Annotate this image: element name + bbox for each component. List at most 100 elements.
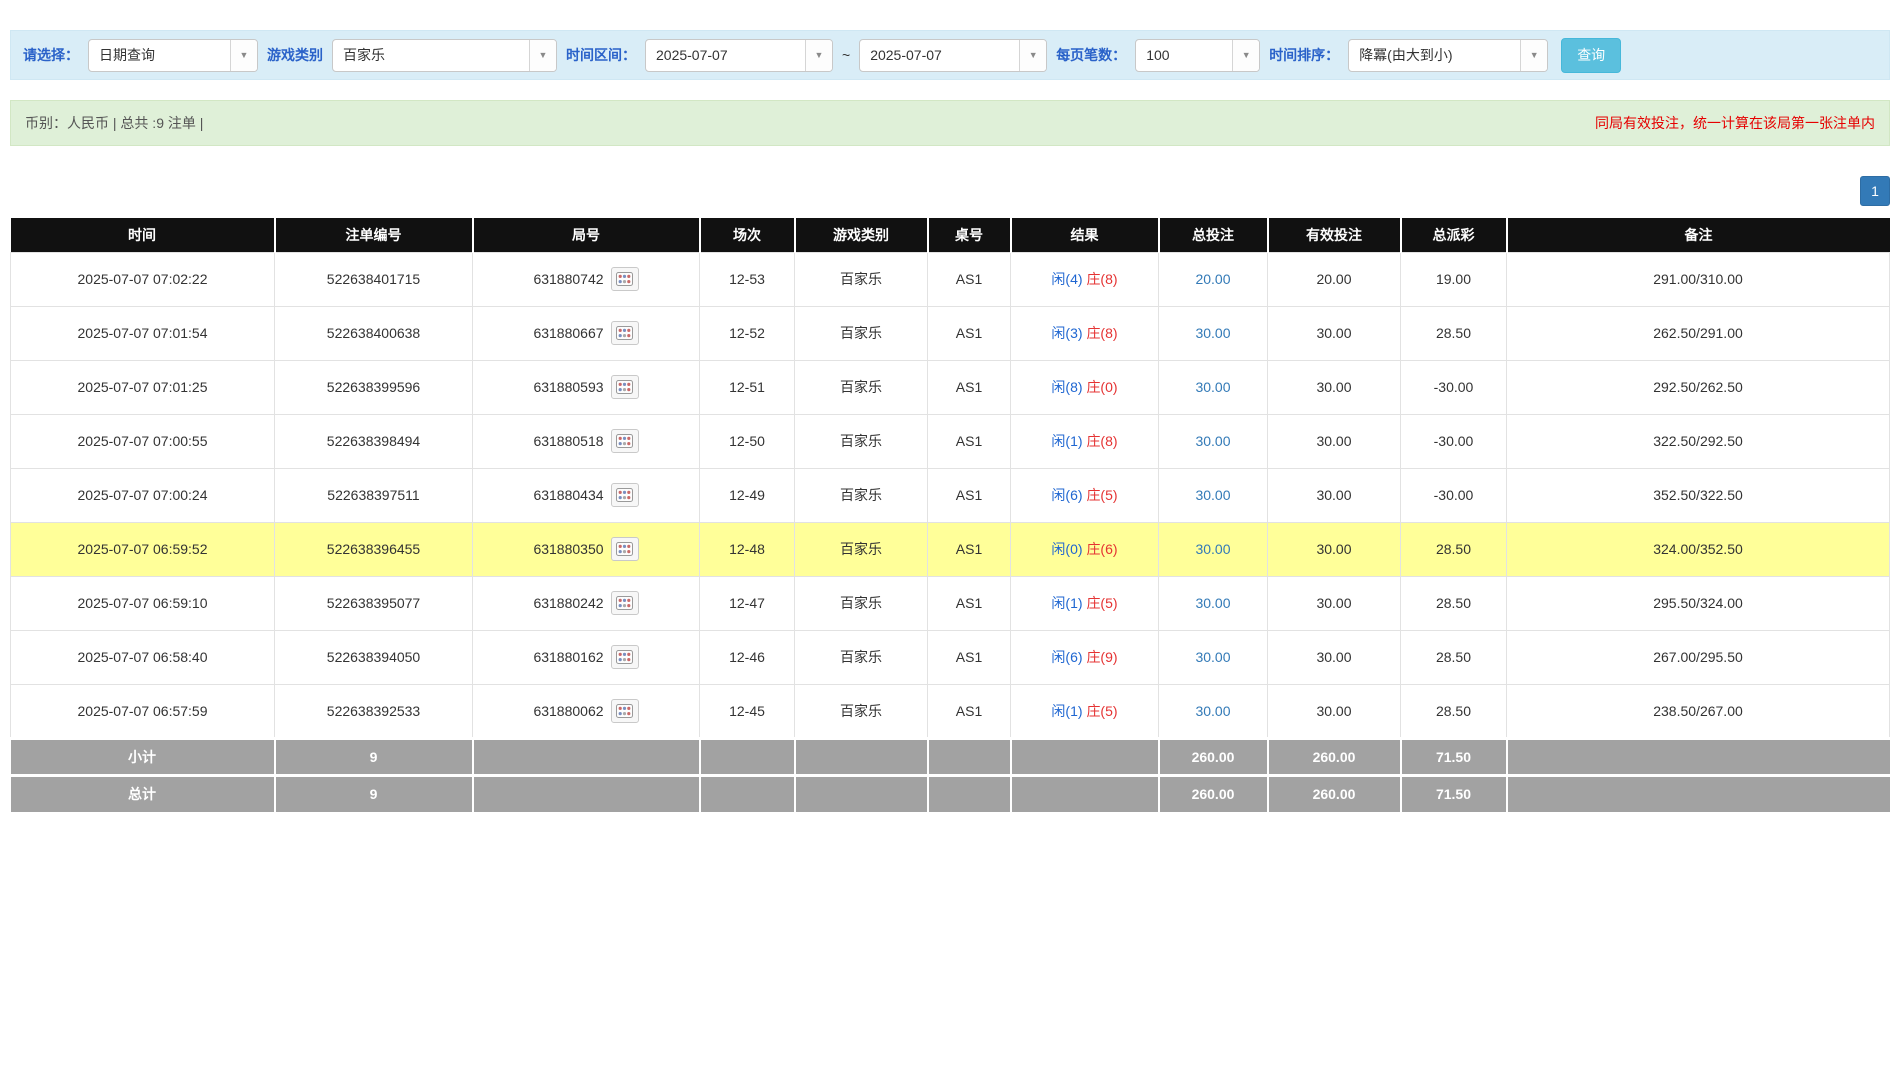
- col-header-table: 桌号: [927, 218, 1012, 252]
- total-bet-link[interactable]: 30.00: [1195, 433, 1230, 449]
- cell-bet-id: 522638400638: [274, 305, 473, 361]
- cell-total-bet: 30.00: [1158, 521, 1268, 577]
- cell-result: 闲(3) 庄(8): [1010, 305, 1159, 361]
- result-banker: 庄(9): [1086, 649, 1118, 665]
- bead-road-icon: [616, 380, 634, 394]
- total-bet-link[interactable]: 30.00: [1195, 541, 1230, 557]
- game-type-label: 游戏类别: [267, 47, 323, 63]
- cell-round-id: 631880593: [472, 359, 700, 415]
- cell-valid-bet: 30.00: [1267, 683, 1401, 739]
- search-button[interactable]: 查询: [1561, 37, 1622, 73]
- total-bet-link[interactable]: 30.00: [1195, 703, 1230, 719]
- chevron-down-icon: ▼: [230, 39, 257, 71]
- cell-table: AS1: [927, 683, 1011, 739]
- query-type-select[interactable]: 日期查询 ▼: [88, 38, 258, 72]
- cell-bet-id: 522638392533: [274, 683, 473, 739]
- summary-bar: 币别：人民币 | 总共 :9 注单 | 同局有效投注，统一计算在该局第一张注单内: [10, 100, 1890, 146]
- cell-table: AS1: [927, 359, 1011, 415]
- total-bet-link[interactable]: 30.00: [1195, 595, 1230, 611]
- cell-round-id: 631880518: [472, 413, 700, 469]
- table-row: 2025-07-07 07:00:55 522638398494 6318805…: [10, 413, 1890, 469]
- subtotal-payout: 71.50: [1400, 736, 1508, 775]
- page-size-select[interactable]: 100 ▼: [1135, 38, 1261, 72]
- round-id-text: 631880518: [533, 433, 604, 449]
- cell-result: 闲(4) 庄(8): [1010, 251, 1159, 307]
- table-row: 2025-07-07 06:57:59 522638392533 6318800…: [10, 683, 1890, 739]
- cell-table: AS1: [927, 251, 1011, 307]
- date-to-value: 2025-07-07: [870, 47, 942, 63]
- cell-table: AS1: [927, 629, 1011, 685]
- bead-road-icon: [616, 272, 634, 286]
- cell-total-bet: 30.00: [1158, 413, 1268, 469]
- result-player: 闲(1): [1051, 595, 1083, 611]
- cell-payout: 28.50: [1400, 629, 1507, 685]
- cell-valid-bet: 30.00: [1267, 359, 1401, 415]
- cell-round-id: 631880242: [472, 575, 700, 631]
- result-banker: 庄(6): [1086, 541, 1118, 557]
- grand-total-total-bet: 260.00: [1158, 773, 1269, 812]
- cell-game-type: 百家乐: [794, 467, 928, 523]
- page-button-1[interactable]: 1: [1860, 176, 1890, 206]
- cell-table: AS1: [927, 305, 1011, 361]
- cell-note: 267.00/295.50: [1506, 629, 1890, 685]
- result-player: 闲(3): [1051, 325, 1083, 341]
- cell-note: 262.50/291.00: [1506, 305, 1890, 361]
- round-detail-button[interactable]: [610, 591, 639, 615]
- date-to-select[interactable]: 2025-07-07 ▼: [859, 38, 1048, 72]
- total-bet-link[interactable]: 30.00: [1195, 379, 1230, 395]
- cell-total-bet: 30.00: [1158, 629, 1268, 685]
- total-bet-link[interactable]: 30.00: [1195, 487, 1230, 503]
- grand-total-valid-bet: 260.00: [1267, 773, 1402, 812]
- cell-time: 2025-07-07 07:00:55: [10, 413, 275, 469]
- subtotal-count: 9: [274, 736, 474, 775]
- round-detail-button[interactable]: [610, 321, 639, 345]
- bead-road-icon: [616, 488, 634, 502]
- cell-payout: -30.00: [1400, 467, 1507, 523]
- cell-round-id: 631880434: [472, 467, 700, 523]
- round-detail-button[interactable]: [610, 698, 639, 723]
- result-player: 闲(6): [1051, 487, 1083, 503]
- date-from-select[interactable]: 2025-07-07 ▼: [645, 38, 833, 72]
- cell-game-type: 百家乐: [794, 305, 928, 361]
- bead-road-icon: [616, 542, 634, 556]
- chevron-down-icon: ▼: [529, 39, 556, 71]
- pagination: 1: [10, 176, 1890, 206]
- cell-table: AS1: [927, 413, 1011, 469]
- total-bet-link[interactable]: 20.00: [1195, 271, 1230, 287]
- table-row: 2025-07-07 06:58:40 522638394050 6318801…: [10, 629, 1890, 685]
- cell-bet-id: 522638399596: [274, 359, 473, 415]
- subtotal-valid-bet: 260.00: [1267, 736, 1402, 775]
- col-header-session: 场次: [699, 218, 796, 252]
- cell-result: 闲(1) 庄(8): [1010, 413, 1159, 469]
- round-detail-button[interactable]: [610, 483, 639, 507]
- cell-total-bet: 30.00: [1158, 305, 1268, 361]
- sort-order-select[interactable]: 降冪(由大到小) ▼: [1348, 38, 1549, 72]
- col-header-time: 时间: [10, 218, 276, 252]
- round-detail-button[interactable]: [610, 375, 639, 399]
- chevron-down-icon: ▼: [1232, 39, 1260, 71]
- round-id-text: 631880242: [533, 595, 604, 611]
- round-detail-button[interactable]: [610, 645, 639, 669]
- cell-bet-id: 522638397511: [274, 467, 473, 523]
- round-detail-button[interactable]: [610, 537, 639, 561]
- cell-time: 2025-07-07 06:59:10: [10, 575, 275, 631]
- cell-game-type: 百家乐: [794, 413, 928, 469]
- cell-bet-id: 522638394050: [274, 629, 473, 685]
- cell-valid-bet: 30.00: [1267, 629, 1401, 685]
- game-type-select[interactable]: 百家乐 ▼: [332, 38, 557, 72]
- cell-note: 352.50/322.50: [1506, 467, 1890, 523]
- range-separator: ~: [842, 47, 851, 63]
- cell-time: 2025-07-07 06:58:40: [10, 629, 275, 685]
- cell-note: 295.50/324.00: [1506, 575, 1890, 631]
- cell-valid-bet: 30.00: [1267, 467, 1401, 523]
- total-bet-link[interactable]: 30.00: [1195, 649, 1230, 665]
- subtotal-total-bet: 260.00: [1158, 736, 1269, 775]
- table-row: 2025-07-07 07:01:25 522638399596 6318805…: [10, 359, 1890, 415]
- cell-game-type: 百家乐: [794, 359, 928, 415]
- result-banker: 庄(5): [1086, 487, 1118, 503]
- cell-result: 闲(0) 庄(6): [1010, 521, 1159, 577]
- total-bet-link[interactable]: 30.00: [1195, 325, 1230, 341]
- round-detail-button[interactable]: [610, 429, 639, 453]
- round-detail-button[interactable]: [610, 267, 639, 291]
- table-header: 时间 注单编号 局号 场次 游戏类别 桌号 结果 总投注 有效投注 总派彩 备注: [10, 218, 1890, 252]
